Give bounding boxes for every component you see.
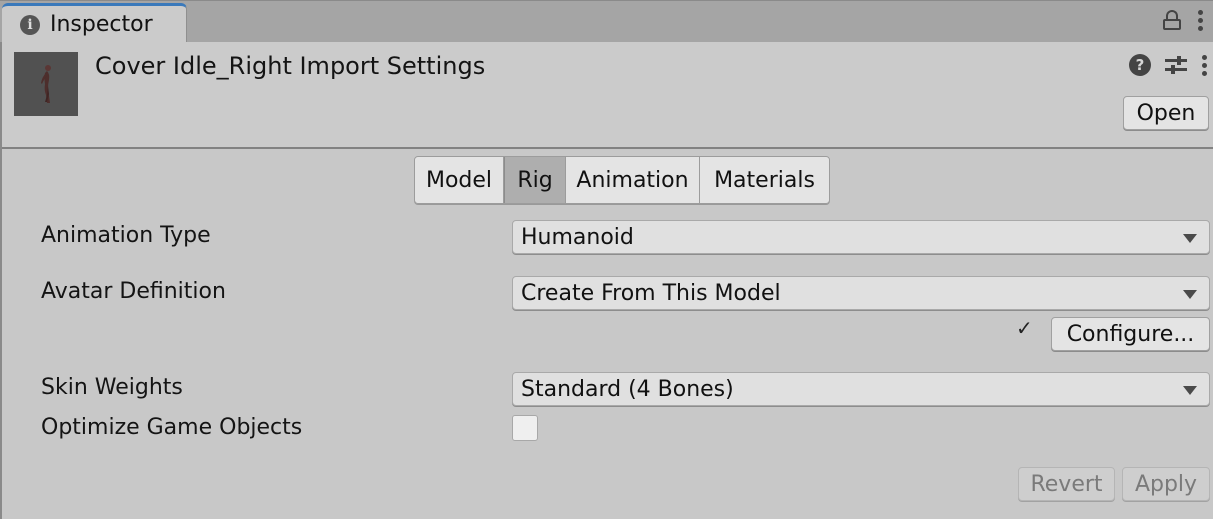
page-title: Cover Idle_Right Import Settings [95, 52, 486, 80]
animation-type-dropdown[interactable]: Humanoid [512, 220, 1210, 254]
kebab-menu-icon[interactable] [1197, 9, 1203, 31]
animation-type-label: Animation Type [41, 223, 211, 248]
settings-sliders-icon[interactable] [1165, 54, 1187, 76]
tab-animation[interactable]: Animation [566, 157, 700, 203]
chevron-down-icon [1183, 290, 1197, 299]
skin-weights-dropdown[interactable]: Standard (4 Bones) [512, 372, 1210, 406]
humanoid-figure-icon [41, 65, 51, 103]
optimize-game-objects-label: Optimize Game Objects [41, 415, 303, 440]
skin-weights-label: Skin Weights [41, 375, 183, 400]
checkmark-icon: ✓ [1016, 316, 1033, 340]
tab-label: Inspector [50, 12, 153, 37]
tab-model[interactable]: Model [415, 157, 504, 203]
import-settings-tabs: Model Rig Animation Materials [414, 156, 830, 204]
tab-inspector[interactable]: i Inspector [2, 3, 187, 43]
tab-materials[interactable]: Materials [700, 157, 829, 203]
skin-weights-value: Standard (4 Bones) [521, 376, 734, 402]
header-actions: ? [1129, 54, 1207, 76]
apply-button[interactable]: Apply [1122, 467, 1210, 501]
chevron-down-icon [1183, 386, 1197, 395]
chevron-down-icon [1183, 234, 1197, 243]
tab-bar: i Inspector [0, 0, 1213, 43]
inspector-panel: Cover Idle_Right Import Settings ? Open … [0, 42, 1213, 519]
tab-actions [1163, 9, 1203, 31]
tab-rig[interactable]: Rig [504, 157, 566, 203]
asset-thumbnail [14, 52, 78, 116]
revert-button[interactable]: Revert [1018, 467, 1115, 501]
avatar-definition-label: Avatar Definition [41, 279, 226, 304]
kebab-menu-icon[interactable] [1201, 54, 1207, 76]
open-button[interactable]: Open [1123, 96, 1209, 130]
animation-type-value: Humanoid [521, 224, 634, 250]
optimize-game-objects-checkbox[interactable] [512, 415, 538, 441]
info-icon: i [20, 14, 40, 35]
lock-icon[interactable] [1163, 9, 1181, 31]
avatar-definition-dropdown[interactable]: Create From This Model [512, 276, 1210, 310]
help-icon[interactable]: ? [1129, 54, 1151, 76]
configure-button[interactable]: Configure... [1051, 317, 1210, 351]
inspector-header: Cover Idle_Right Import Settings ? Open [2, 42, 1213, 149]
avatar-definition-value: Create From This Model [521, 280, 781, 306]
